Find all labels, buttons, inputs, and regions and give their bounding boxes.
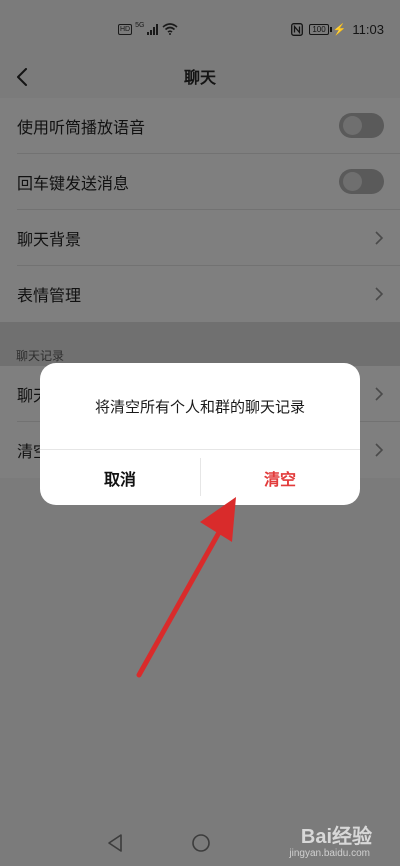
settings-list: 使用听筒播放语音 回车键发送消息 聊天背景 表情管理 聊天记录 <box>0 98 400 368</box>
watermark: Bai经验 jingyan.baidu.com <box>272 818 372 862</box>
clear-history-dialog: 将清空所有个人和群的聊天记录 取消 清空 <box>40 363 360 505</box>
setting-row-chat-background[interactable]: 聊天背景 <box>0 210 400 266</box>
dialog-confirm-button[interactable]: 清空 <box>200 450 360 505</box>
chevron-right-icon <box>375 387 384 401</box>
wifi-icon <box>162 23 178 35</box>
setting-row-enter-send[interactable]: 回车键发送消息 <box>0 154 400 210</box>
dialog-cancel-button[interactable]: 取消 <box>40 450 200 505</box>
signal-icon <box>147 23 159 35</box>
charging-icon: ⚡ <box>332 23 347 36</box>
status-bar: HD 5G 100 ⚡ 11:03 <box>0 0 400 58</box>
setting-row-sticker-management[interactable]: 表情管理 <box>0 266 400 322</box>
setting-label: 使用听筒播放语音 <box>17 118 146 137</box>
watermark-url: jingyan.baidu.com <box>289 848 370 859</box>
app-header: 聊天 <box>0 58 400 98</box>
enter-send-toggle[interactable] <box>339 169 384 194</box>
dialog-message: 将清空所有个人和群的聊天记录 <box>94 398 305 416</box>
nav-home-icon[interactable] <box>190 832 212 854</box>
setting-label: 表情管理 <box>17 286 82 305</box>
status-right-icons: 100 ⚡ 11:03 <box>291 20 384 38</box>
watermark-brand: Bai经验 <box>300 826 372 848</box>
battery-icon: 100 ⚡ <box>309 23 346 36</box>
network-type-label: 5G <box>135 21 145 29</box>
earpiece-toggle[interactable] <box>339 113 384 138</box>
chevron-right-icon <box>375 231 384 245</box>
nfc-icon <box>291 22 304 36</box>
setting-row-earpiece[interactable]: 使用听筒播放语音 <box>0 98 400 154</box>
status-left-icons: HD 5G <box>118 21 178 37</box>
battery-level: 100 <box>309 23 329 35</box>
page-title: 聊天 <box>183 68 216 87</box>
nav-back-icon[interactable] <box>104 832 126 854</box>
hd-badge: HD <box>118 23 133 35</box>
chevron-right-icon <box>375 287 384 301</box>
chat-settings-screen: HD 5G 100 ⚡ 11:03 聊天 使用听筒播放语音 回车键发送消息 聊天… <box>0 0 400 866</box>
setting-label: 回车键发送消息 <box>17 174 130 193</box>
empty-area <box>0 478 400 866</box>
setting-label: 聊天背景 <box>17 230 82 249</box>
status-time: 11:03 <box>352 21 384 37</box>
chevron-right-icon <box>375 443 384 457</box>
